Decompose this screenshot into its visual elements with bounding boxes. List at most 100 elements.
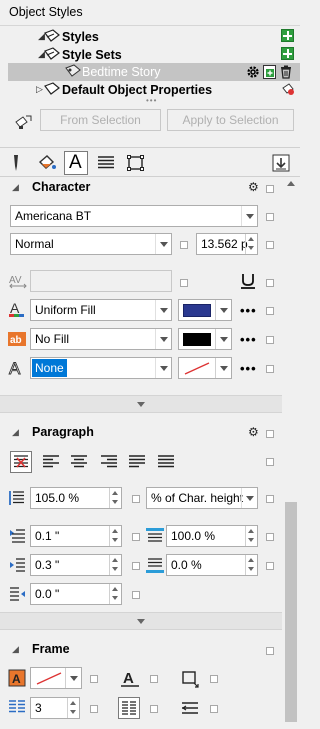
- tree-item-styles[interactable]: ◢ Styles: [0, 28, 300, 46]
- paragraph-expand-divider[interactable]: [0, 612, 282, 630]
- frame-background-color-picker[interactable]: [30, 667, 82, 689]
- character-expand-divider[interactable]: [0, 395, 282, 413]
- right-indent-spinner[interactable]: 0.0 ": [30, 583, 122, 605]
- spacing-unit-combo[interactable]: % of Char. height: [146, 487, 258, 509]
- section-checkbox[interactable]: [266, 647, 274, 655]
- vertical-scrollbar[interactable]: [282, 177, 300, 729]
- vertical-alignment-checkbox[interactable]: [150, 675, 158, 683]
- fill-type-combo[interactable]: Uniform Fill: [30, 299, 172, 321]
- chevron-down-icon[interactable]: [155, 300, 171, 320]
- left-indent-spinner[interactable]: 0.3 ": [30, 554, 122, 576]
- underline-icon[interactable]: [238, 271, 258, 291]
- kerning-combo[interactable]: [30, 270, 172, 292]
- columns-checkbox[interactable]: [90, 705, 98, 713]
- left-indent-checkbox[interactable]: [132, 562, 140, 570]
- tab-character[interactable]: A: [64, 151, 88, 175]
- font-size-spinner[interactable]: 13.562 p: [196, 233, 258, 255]
- paragraph-section-header[interactable]: ◢ Paragraph ⚙: [0, 422, 282, 444]
- tab-fill-icon[interactable]: [36, 152, 58, 174]
- font-style-combo[interactable]: Normal: [10, 233, 172, 255]
- before-paragraph-spacing-spinner[interactable]: 0.0 %: [166, 554, 258, 576]
- columns-spinner[interactable]: 3: [30, 697, 80, 719]
- chevron-down-icon[interactable]: [241, 206, 257, 226]
- text-direction-icon[interactable]: [180, 699, 200, 717]
- spacing-unit-checkbox[interactable]: [266, 495, 274, 503]
- character-spacing-spinner[interactable]: 105.0 %: [30, 487, 122, 509]
- align-center-icon[interactable]: [70, 454, 88, 470]
- fill-color-picker[interactable]: [178, 299, 232, 321]
- tree-item-style-sets[interactable]: ◢ Style Sets: [0, 46, 300, 64]
- trash-icon[interactable]: [280, 65, 292, 79]
- fill-checkbox[interactable]: [266, 307, 274, 315]
- more-options-icon[interactable]: •••: [240, 332, 257, 347]
- font-checkbox[interactable]: [266, 213, 274, 221]
- chevron-down-icon[interactable]: [155, 358, 171, 378]
- vertical-alignment-icon[interactable]: A: [120, 669, 140, 689]
- background-color-picker[interactable]: [178, 328, 232, 350]
- chevron-down-icon[interactable]: [155, 329, 171, 349]
- tree-item-bedtime-story[interactable]: Bedtime Story: [8, 63, 300, 81]
- character-spacing-checkbox[interactable]: [132, 495, 140, 503]
- chevron-down-icon[interactable]: [65, 668, 81, 688]
- gear-icon[interactable]: [246, 65, 260, 79]
- chevron-down-icon[interactable]: [155, 234, 171, 254]
- spinner-arrows-icon[interactable]: [109, 584, 121, 604]
- spinner-arrows-icon[interactable]: [245, 555, 257, 575]
- align-left-icon[interactable]: [42, 454, 60, 470]
- first-line-indent-spinner[interactable]: 0.1 ": [30, 525, 122, 547]
- reset-defaults-icon[interactable]: [281, 82, 295, 96]
- kerning-checkbox[interactable]: [180, 279, 188, 287]
- frame-resize-icon[interactable]: [180, 669, 200, 689]
- outline-type-value[interactable]: None: [32, 359, 67, 377]
- style-tree[interactable]: ◢ Styles ◢ Style Sets Bedtime Story ▷ De…: [0, 26, 300, 105]
- align-right-icon[interactable]: [100, 454, 118, 470]
- expand-arrow-icon[interactable]: ▷: [36, 84, 43, 95]
- spinner-arrows-icon[interactable]: [109, 526, 121, 546]
- collapse-arrow-icon[interactable]: ◢: [12, 182, 19, 193]
- underline-checkbox[interactable]: [266, 279, 274, 287]
- chevron-down-icon[interactable]: [215, 300, 231, 320]
- gear-icon[interactable]: ⚙: [248, 425, 259, 439]
- add-child-style-icon[interactable]: [263, 65, 276, 79]
- collapse-arrow-icon[interactable]: ◢: [12, 644, 19, 655]
- more-options-icon[interactable]: •••: [240, 361, 257, 376]
- tab-paragraph-icon[interactable]: [95, 152, 117, 174]
- chevron-down-icon[interactable]: [215, 329, 231, 349]
- column-settings-checkbox[interactable]: [150, 705, 158, 713]
- outline-checkbox[interactable]: [266, 365, 274, 373]
- align-justify-icon[interactable]: [128, 454, 146, 470]
- add-style-icon[interactable]: [281, 29, 294, 42]
- frame-resize-checkbox[interactable]: [210, 675, 218, 683]
- frame-background-checkbox[interactable]: [90, 675, 98, 683]
- spinner-arrows-icon[interactable]: [245, 234, 257, 254]
- scrollbar-thumb[interactable]: [285, 502, 297, 722]
- font-size-checkbox[interactable]: [266, 241, 274, 249]
- more-options-icon[interactable]: •••: [240, 303, 257, 318]
- alignment-checkbox[interactable]: [266, 458, 274, 466]
- column-settings-button[interactable]: [118, 697, 140, 719]
- section-checkbox[interactable]: [266, 430, 274, 438]
- align-force-justify-icon[interactable]: [157, 454, 175, 470]
- chevron-down-icon[interactable]: [215, 358, 231, 378]
- chevron-down-icon[interactable]: [241, 488, 257, 508]
- right-indent-checkbox[interactable]: [132, 591, 140, 599]
- spinner-arrows-icon[interactable]: [109, 555, 121, 575]
- tab-frame-icon[interactable]: [125, 152, 147, 174]
- spinner-arrows-icon[interactable]: [109, 488, 121, 508]
- add-style-set-icon[interactable]: [281, 47, 294, 60]
- splitter-grip[interactable]: •••: [146, 96, 157, 105]
- before-paragraph-checkbox[interactable]: [266, 562, 274, 570]
- gear-icon[interactable]: ⚙: [248, 180, 259, 194]
- spinner-arrows-icon[interactable]: [67, 698, 79, 718]
- scroll-up-arrow-icon[interactable]: [287, 181, 295, 186]
- section-checkbox[interactable]: [266, 185, 274, 193]
- align-none-button[interactable]: [10, 451, 32, 473]
- spinner-arrows-icon[interactable]: [245, 526, 257, 546]
- apply-to-selection-button[interactable]: Apply to Selection: [167, 109, 294, 131]
- font-style-checkbox[interactable]: [180, 241, 188, 249]
- panel-options-icon[interactable]: [272, 154, 290, 172]
- style-edit-icon[interactable]: [14, 113, 34, 131]
- character-section-header[interactable]: ◢ Character ⚙: [0, 177, 282, 199]
- tab-outline-icon[interactable]: [5, 152, 27, 174]
- font-list-combo[interactable]: Americana BT: [10, 205, 258, 227]
